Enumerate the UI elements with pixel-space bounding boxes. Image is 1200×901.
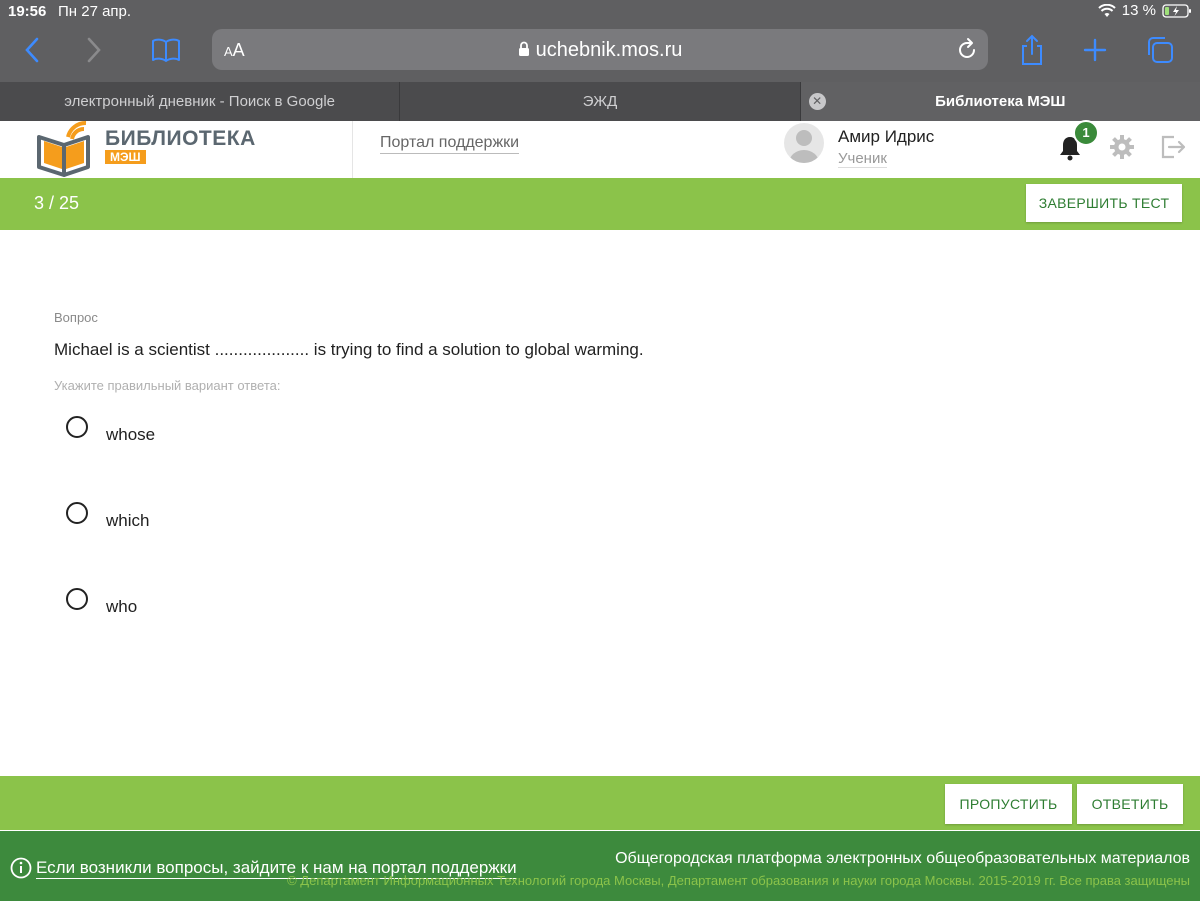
support-portal-link[interactable]: Портал поддержки xyxy=(380,134,520,154)
skip-button[interactable]: ПРОПУСТИТЬ xyxy=(945,784,1072,824)
radio-button[interactable] xyxy=(66,588,88,610)
finish-test-button[interactable]: ЗАВЕРШИТЬ ТЕСТ xyxy=(1026,184,1182,222)
address-bar[interactable]: AA uchebnik.mos.ru xyxy=(212,29,988,70)
brand-name[interactable]: БИБЛИОТЕКА xyxy=(105,127,256,151)
status-date: Пн 27 апр. xyxy=(58,3,132,20)
option-which[interactable]: which xyxy=(64,502,464,542)
status-right: 13 % xyxy=(1098,2,1192,19)
option-who[interactable]: who xyxy=(64,588,464,628)
tab-google[interactable]: электронный дневник - Поиск в Google xyxy=(0,82,401,121)
gear-icon[interactable] xyxy=(1109,134,1135,160)
platform-title: Общегородская платформа электронных обще… xyxy=(615,850,1190,867)
tab-library[interactable]: ✕ Библиотека МЭШ xyxy=(800,82,1200,121)
reload-icon xyxy=(959,38,975,58)
tab-ezhd[interactable]: ЭЖД xyxy=(400,82,801,121)
status-bar: 19:56 Пн 27 апр. 13 % xyxy=(0,0,1200,24)
url-host: uchebnik.mos.ru xyxy=(212,39,988,62)
status-time: 19:56 xyxy=(8,3,47,20)
share-button[interactable] xyxy=(1012,30,1052,70)
test-progress-bar: 3 / 25 ЗАВЕРШИТЬ ТЕСТ xyxy=(0,178,1200,230)
book-icon xyxy=(152,38,180,62)
question-text: Michael is a scientist .................… xyxy=(54,340,644,359)
option-label: whose xyxy=(106,425,156,444)
user-silhouette-icon xyxy=(789,130,819,163)
brand-subtitle: МЭШ xyxy=(105,150,146,164)
tabs-overview-button[interactable] xyxy=(1140,30,1180,70)
question-label: Вопрос xyxy=(54,310,98,325)
share-icon xyxy=(1022,34,1042,65)
forward-button[interactable] xyxy=(74,30,114,70)
option-label: which xyxy=(106,511,150,530)
plus-icon xyxy=(1083,38,1107,62)
reload-button[interactable] xyxy=(956,37,978,66)
answer-button[interactable]: ОТВЕТИТЬ xyxy=(1077,784,1183,824)
browser-tabs: электронный дневник - Поиск в Google ЭЖД… xyxy=(0,82,1200,121)
tabs-icon xyxy=(1148,37,1173,63)
notification-badge: 1 xyxy=(1073,120,1099,146)
wifi-icon xyxy=(1098,3,1116,17)
radio-button[interactable] xyxy=(66,416,88,438)
url-text: uchebnik.mos.ru xyxy=(535,39,683,61)
new-tab-button[interactable] xyxy=(1075,30,1115,70)
lock-icon xyxy=(518,41,529,56)
battery-charging-icon xyxy=(1162,3,1191,18)
bookmarks-button[interactable] xyxy=(146,30,186,70)
question-counter: 3 / 25 xyxy=(34,193,80,213)
header-divider xyxy=(352,121,353,178)
battery-percent: 13 % xyxy=(1121,2,1156,19)
logout-icon[interactable] xyxy=(1160,134,1186,160)
answer-hint: Укажите правильный вариант ответа: xyxy=(54,378,281,393)
option-label: who xyxy=(106,597,138,616)
site-header: БИБЛИОТЕКА МЭШ Портал поддержки Амир Идр… xyxy=(0,120,1200,178)
footer: Если возникли вопросы, зайдите к нам на … xyxy=(0,831,1200,901)
info-icon xyxy=(10,857,32,879)
radio-button[interactable] xyxy=(66,502,88,524)
avatar[interactable] xyxy=(784,123,824,163)
user-name[interactable]: Амир Идрис xyxy=(838,127,934,147)
copyright: © Департамент Информационных Технологий … xyxy=(287,873,1190,888)
library-logo-icon xyxy=(37,120,90,177)
chevron-right-icon xyxy=(87,37,101,63)
option-whose[interactable]: whose xyxy=(64,416,464,456)
browser-chrome: 19:56 Пн 27 апр. 13 % AA uchebnik.mos.ru xyxy=(0,0,1200,82)
user-role: Ученик xyxy=(838,150,887,168)
close-tab-icon[interactable]: ✕ xyxy=(808,93,826,110)
action-bar: ПРОПУСТИТЬ ОТВЕТИТЬ xyxy=(0,776,1200,830)
chevron-left-icon xyxy=(25,37,39,63)
back-button[interactable] xyxy=(12,30,52,70)
